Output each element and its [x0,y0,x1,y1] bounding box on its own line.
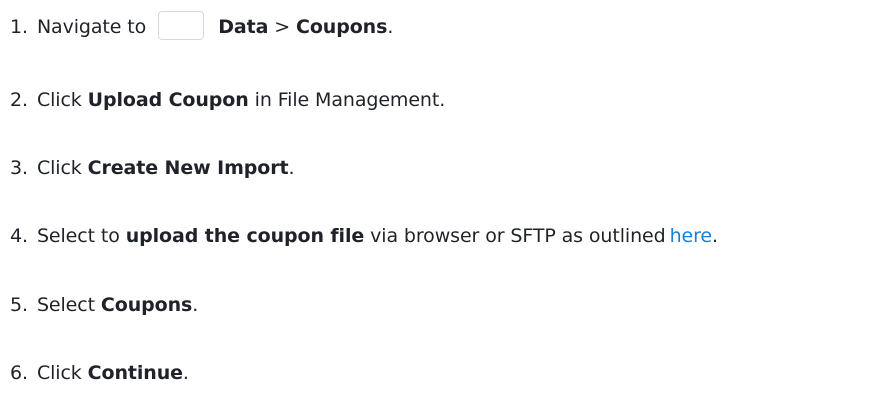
step-text-end: . [288,157,295,179]
step-text: Select [36,294,101,316]
step-4: 4. Select to upload the coupon file via b… [10,221,718,251]
coupons-option-label: Coupons [100,294,193,316]
step-2: 2. Click Upload Coupon in File Management… [10,85,445,115]
step-number: 2. [10,89,28,111]
step-text-end: . [712,225,718,247]
step-3: 3. Click Create New Import. [10,153,295,183]
step-number: 5. [10,294,28,316]
menu-coupons-label: Coupons [296,16,388,38]
menu-data-label: Data [218,16,269,38]
step-text: Select to [36,225,126,247]
create-new-import-label: Create New Import [87,157,289,179]
step-text-end: . [192,294,199,316]
upload-coupon-file-label: upload the coupon file [125,225,365,247]
step-6: 6. Click Continue. [10,358,189,388]
continue-label: Continue [87,362,183,384]
step-number: 4. [10,225,28,247]
step-number: 3. [10,157,28,179]
step-1: 1. Navigate to Data > Coupons. [10,11,394,42]
step-text: Click [36,157,88,179]
breadcrumb-separator: > [268,16,296,38]
step-text-end: . [387,16,394,38]
step-5: 5. Select Coupons. [10,290,198,320]
step-text: Click [36,89,88,111]
step-text-middle: via browser or SFTP as outlined [364,225,666,247]
step-text-end: in File Management. [248,89,446,111]
step-text: Navigate to [36,16,147,38]
navigation-menu-icon [158,11,205,40]
upload-coupon-label: Upload Coupon [87,89,249,111]
step-number: 6. [10,362,28,384]
here-link[interactable]: here [670,225,713,247]
step-number: 1. [10,16,28,38]
step-text-end: . [182,362,189,384]
step-text: Click [36,362,88,384]
